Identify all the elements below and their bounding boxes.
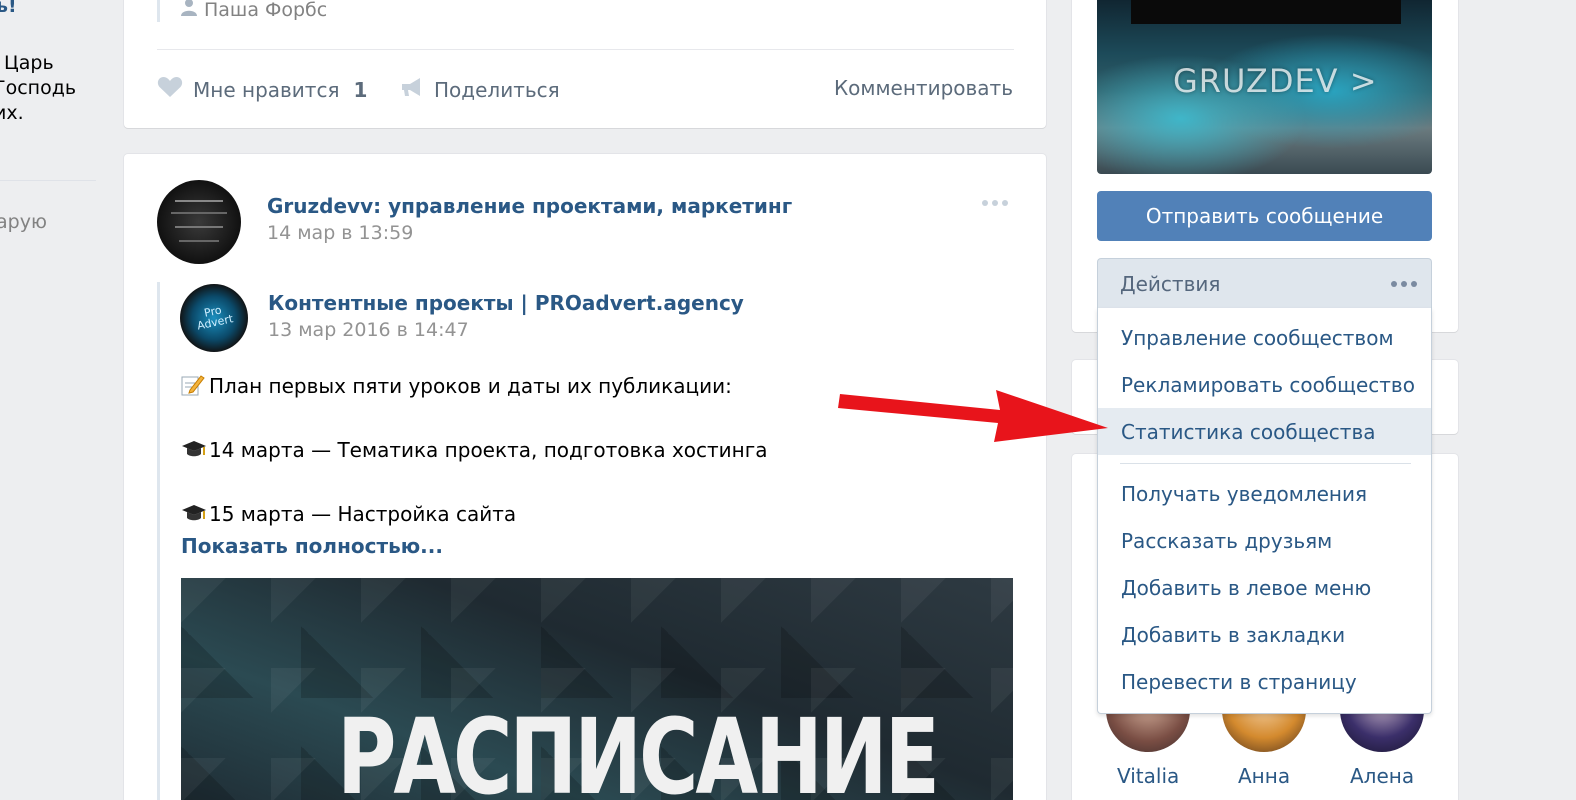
- comment-button[interactable]: Комментировать: [834, 76, 1013, 100]
- like-label: Мне нравится: [193, 77, 340, 102]
- comment-label: Комментировать: [833, 76, 1013, 100]
- post-divider: [157, 49, 1014, 50]
- post-image[interactable]: РАСПИСАНИЕ: [181, 578, 1013, 800]
- menu-item-convert-to-page[interactable]: Перевести в страницу: [1098, 658, 1431, 705]
- post-text-line: 14 марта — Тематика проекта, подготовка …: [181, 438, 768, 462]
- avatar-line: [175, 200, 223, 202]
- menu-item-advertise-community[interactable]: Рекламировать сообщество: [1098, 361, 1431, 408]
- menu-item-get-notifications[interactable]: Получать уведомления: [1098, 470, 1431, 517]
- share-button[interactable]: Поделиться: [400, 76, 560, 103]
- send-message-label: Отправить сообщение: [1145, 204, 1384, 228]
- actions-label: Действия: [1120, 271, 1221, 296]
- repost-border: [157, 0, 160, 22]
- post-date[interactable]: 14 мар в 13:59: [267, 222, 413, 244]
- source-avatar[interactable]: Pro Advert: [180, 284, 248, 352]
- left-text-line: Царь: [4, 52, 54, 74]
- source-date[interactable]: 13 мар 2016 в 14:47: [268, 319, 469, 341]
- repost-border: [157, 282, 160, 800]
- post-card: Gruzdevv: управление проектами, маркетин…: [124, 154, 1046, 800]
- friend-name-link[interactable]: Анна: [1238, 764, 1290, 788]
- avatar-line: [175, 226, 223, 228]
- show-more-link[interactable]: Показать полностью...: [181, 534, 443, 558]
- menu-item-community-statistics[interactable]: Статистика сообщества: [1098, 408, 1431, 455]
- post-text-content: План первых пяти уроков и даты их публик…: [209, 374, 732, 398]
- left-text-line: Господь: [0, 77, 77, 99]
- author-name: Паша Форбс: [204, 0, 328, 21]
- group-avatar[interactable]: [157, 180, 241, 264]
- more-options-icon: [1391, 281, 1417, 287]
- post-author-signature[interactable]: Паша Форбс: [180, 0, 327, 21]
- post-text-line: 15 марта — Настройка сайта: [181, 502, 516, 526]
- group-name-link[interactable]: Gruzdevv: управление проектами, маркетин…: [267, 194, 792, 218]
- friend-name-link[interactable]: Vitalia: [1117, 764, 1179, 788]
- post-text-content: 15 марта — Настройка сайта: [209, 502, 517, 526]
- post-text-line: План первых пяти уроков и даты их публик…: [181, 374, 732, 398]
- heart-icon: [157, 76, 183, 103]
- memo-icon: [181, 374, 205, 396]
- friend-name-link[interactable]: Алена: [1350, 764, 1414, 788]
- left-heading-fragment: ь!: [0, 0, 17, 17]
- post-card: Паша Форбс Мне нравится 1 Поделиться Ком…: [124, 0, 1046, 128]
- send-message-button[interactable]: Отправить сообщение: [1097, 191, 1432, 241]
- actions-menu: Управление сообществом Рекламировать соо…: [1097, 308, 1432, 714]
- post-image-title: РАСПИСАНИЕ: [337, 696, 940, 800]
- megaphone-icon: [400, 76, 424, 103]
- more-options-icon[interactable]: [982, 200, 1008, 206]
- graduation-cap-icon: [181, 438, 206, 460]
- like-count: 1: [353, 77, 368, 102]
- source-name-link[interactable]: Контентные проекты | PROadvert.agency: [268, 291, 744, 315]
- post-text-content: 14 марта — Тематика проекта, подготовка …: [209, 438, 768, 462]
- graduation-cap-icon: [181, 502, 206, 524]
- user-icon: [180, 0, 198, 21]
- menu-item-add-to-left-menu[interactable]: Добавить в левое меню: [1098, 564, 1431, 611]
- group-cover-image[interactable]: GRUZDEV >: [1097, 0, 1432, 174]
- red-arrow-annotation: [838, 390, 1108, 442]
- cover-dark-band: [1131, 0, 1401, 24]
- menu-item-add-to-bookmarks[interactable]: Добавить в закладки: [1098, 611, 1431, 658]
- left-divider: [0, 180, 96, 181]
- menu-divider: [1120, 463, 1411, 464]
- source-avatar-text: Pro Advert: [195, 303, 235, 333]
- menu-item-tell-friends[interactable]: Рассказать друзьям: [1098, 517, 1431, 564]
- cover-title: GRUZDEV >: [1173, 62, 1378, 100]
- avatar-line: [171, 212, 227, 214]
- share-label: Поделиться: [434, 77, 560, 102]
- left-gray-link[interactable]: арую: [0, 211, 47, 233]
- menu-item-manage-community[interactable]: Управление сообществом: [1098, 314, 1431, 361]
- actions-dropdown-toggle[interactable]: Действия: [1097, 258, 1432, 308]
- left-text-line: их.: [0, 102, 24, 124]
- like-button[interactable]: Мне нравится 1: [157, 76, 367, 103]
- avatar-line: [179, 240, 219, 242]
